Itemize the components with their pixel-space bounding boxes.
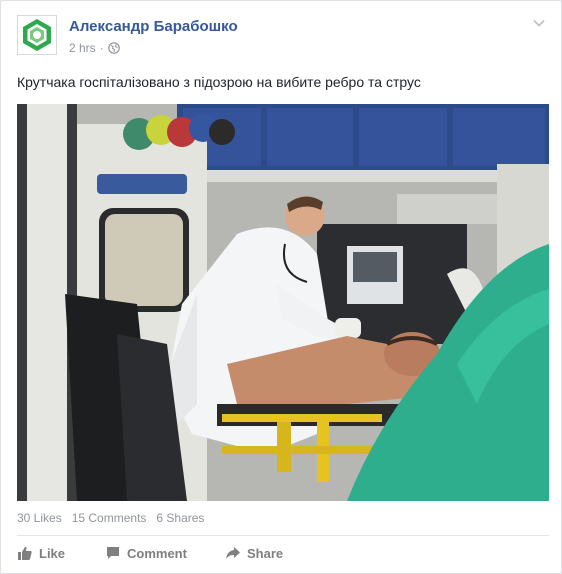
post-meta: 2 hrs · <box>69 41 120 55</box>
comments-count[interactable]: 15 Comments <box>72 511 147 525</box>
share-label: Share <box>247 545 284 561</box>
engagement-counts: 30 Likes 15 Comments 6 Shares <box>17 511 204 525</box>
likes-count[interactable]: 30 Likes <box>17 511 62 525</box>
action-bar: Like Comment Share <box>17 545 549 565</box>
thumbs-up-icon <box>18 546 32 560</box>
comment-label: Comment <box>127 545 187 561</box>
post-header: Александр Барабошко 2 hrs · <box>17 15 549 59</box>
feed-post: Александр Барабошко 2 hrs · Крутчака гос… <box>0 0 562 574</box>
globe-icon[interactable] <box>107 42 120 54</box>
share-button[interactable]: Share <box>225 545 283 561</box>
speech-bubble-icon <box>107 547 119 559</box>
share-arrow-icon <box>226 547 240 559</box>
meta-separator: · <box>99 41 104 55</box>
author-name-link[interactable]: Александр Барабошко <box>69 18 238 35</box>
avatar-logo-icon <box>23 19 51 51</box>
post-photo[interactable] <box>17 104 549 501</box>
chevron-down-icon[interactable] <box>531 15 547 31</box>
post-timestamp[interactable]: 2 hrs <box>69 41 96 55</box>
comment-button[interactable]: Comment <box>105 545 187 561</box>
shares-count[interactable]: 6 Shares <box>156 511 204 525</box>
divider <box>17 535 549 536</box>
ambulance-photo-image <box>17 104 549 501</box>
like-label: Like <box>39 545 66 561</box>
post-text: Крутчака госпіталізовано з підозрою на в… <box>17 74 421 90</box>
like-button[interactable]: Like <box>17 545 65 561</box>
avatar[interactable] <box>17 15 57 55</box>
